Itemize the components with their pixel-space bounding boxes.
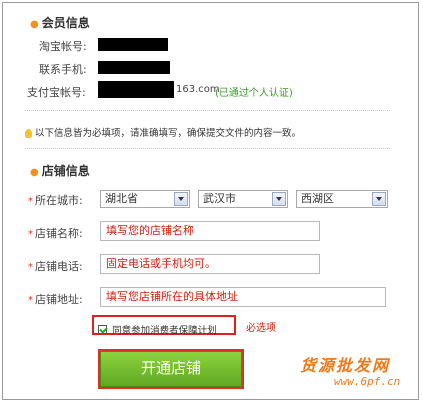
shop-phone-label: * 店铺电话: [28, 260, 83, 273]
province-select[interactable]: 湖北省 [100, 190, 190, 208]
phone-value-redacted [98, 61, 170, 74]
district-select[interactable]: 西湖区 [296, 190, 388, 208]
chevron-down-icon[interactable] [174, 192, 188, 206]
city-select[interactable]: 武汉市 [198, 190, 288, 208]
shop-address-input[interactable]: 填写您店铺所在的具体地址 [100, 287, 386, 307]
watermark-logo: 货源批发网 [300, 356, 391, 375]
alipay-email-suffix: 163.com [176, 84, 220, 95]
taobao-account-label: 淘宝帐号: [39, 40, 87, 53]
section-bullet-icon: ● [30, 19, 39, 30]
phone-label: 联系手机: [39, 63, 87, 76]
district-select-value: 西湖区 [301, 192, 334, 205]
divider [25, 148, 390, 149]
shop-address-label: * 店铺地址: [28, 293, 83, 306]
agree-checkbox[interactable] [98, 325, 107, 334]
submit-button-highlight: 开通店铺 [98, 349, 244, 389]
required-star-icon: * [28, 295, 33, 306]
required-star-icon: * [28, 196, 33, 207]
province-select-value: 湖北省 [105, 192, 138, 205]
verified-status: (已通过个人认证) [215, 88, 293, 99]
required-star-icon: * [28, 229, 33, 240]
shop-info-title: ● 店铺信息 [30, 164, 90, 178]
agree-label: 同意参加消费者保障计划 [112, 325, 217, 337]
shop-name-label: * 店铺名称: [28, 227, 83, 240]
shop-name-input[interactable]: 填写您的店铺名称 [100, 221, 320, 241]
city-select-value: 武汉市 [203, 192, 236, 205]
taobao-account-value-redacted [98, 38, 168, 51]
required-notice: 以下信息皆为必填项，请准确填写，确保提交文件的内容一致。 [25, 125, 301, 139]
consumer-protection-agreement[interactable]: 同意参加消费者保障计划 [92, 315, 236, 337]
chevron-down-icon[interactable] [272, 192, 286, 206]
required-star-icon: * [28, 262, 33, 273]
watermark-url: www.6pf.cn [334, 375, 401, 388]
member-info-title: ● 会员信息 [30, 16, 90, 30]
lightbulb-icon [25, 129, 32, 138]
chevron-down-icon[interactable] [372, 192, 386, 206]
required-option-note: 必选项 [246, 323, 276, 334]
divider [25, 110, 390, 111]
shop-phone-input[interactable]: 固定电话或手机均可。 [100, 254, 320, 274]
alipay-account-label: 支付宝帐号: [27, 86, 86, 99]
alipay-account-value-redacted [98, 81, 174, 98]
open-shop-button[interactable]: 开通店铺 [100, 351, 242, 387]
section-bullet-icon: ● [30, 167, 39, 178]
city-label: * 所在城市: [28, 194, 83, 207]
